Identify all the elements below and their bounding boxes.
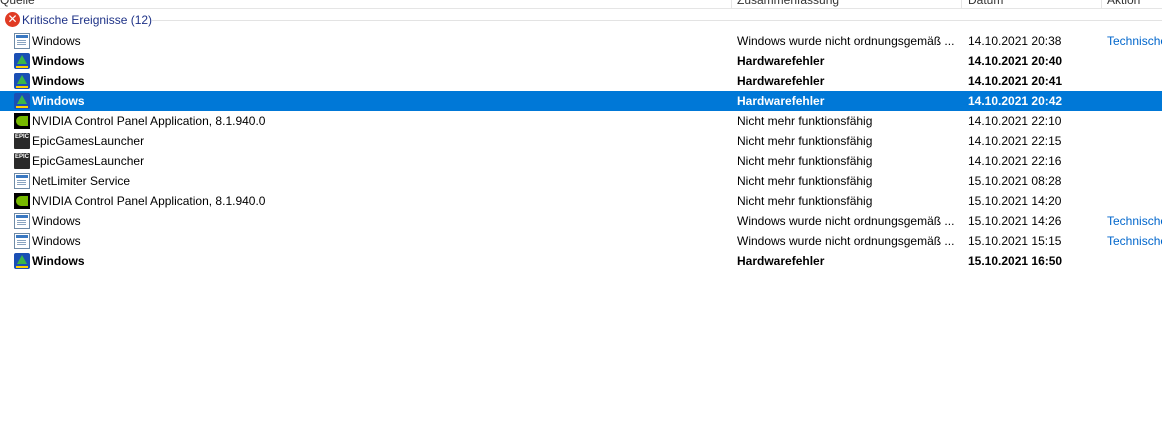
date-cell: 14.10.2021 20:38: [968, 34, 1062, 48]
nvidia-icon: [14, 193, 30, 209]
date-cell: 14.10.2021 22:10: [968, 114, 1062, 128]
table-row[interactable]: NVIDIA Control Panel Application, 8.1.94…: [0, 191, 1162, 211]
action-link[interactable]: [1107, 91, 1162, 111]
group-divider: [152, 20, 1162, 21]
hardware-error-icon: [14, 93, 30, 109]
date-cell: 14.10.2021 20:41: [968, 74, 1063, 88]
column-header-action[interactable]: Aktion: [1107, 0, 1140, 8]
date-cell: 15.10.2021 15:15: [968, 234, 1062, 248]
action-link[interactable]: [1107, 171, 1162, 191]
nvidia-icon: [14, 113, 30, 129]
date-cell: 14.10.2021 20:42: [968, 94, 1063, 108]
source-cell: Windows: [32, 54, 85, 68]
column-header: Quelle Zusammenfassung Datum Aktion: [0, 0, 1162, 9]
table-row[interactable]: Windows Hardwarefehler 15.10.2021 16:50: [0, 251, 1162, 271]
windows-app-icon: [14, 33, 30, 49]
action-link[interactable]: Technische...: [1107, 31, 1162, 51]
column-divider[interactable]: [731, 0, 732, 8]
hardware-error-icon: [14, 73, 30, 89]
source-cell: Windows: [32, 34, 81, 48]
column-divider[interactable]: [1101, 0, 1102, 8]
table-row[interactable]: Windows Windows wurde nicht ordnungsgemä…: [0, 231, 1162, 251]
date-cell: 14.10.2021 22:16: [968, 154, 1062, 168]
action-link[interactable]: [1107, 151, 1162, 171]
epic-games-icon: EPIC: [14, 153, 30, 169]
windows-app-icon: [14, 213, 30, 229]
action-link[interactable]: [1107, 131, 1162, 151]
summary-cell: Nicht mehr funktionsfähig: [737, 194, 873, 208]
source-cell: NVIDIA Control Panel Application, 8.1.94…: [32, 114, 266, 128]
action-link[interactable]: [1107, 251, 1162, 271]
summary-cell: Nicht mehr funktionsfähig: [737, 154, 873, 168]
summary-cell: Nicht mehr funktionsfähig: [737, 134, 873, 148]
epic-games-icon: EPIC: [14, 133, 30, 149]
action-link[interactable]: [1107, 71, 1162, 91]
table-row[interactable]: NVIDIA Control Panel Application, 8.1.94…: [0, 111, 1162, 131]
summary-cell: Hardwarefehler: [737, 254, 825, 268]
column-header-source[interactable]: Quelle: [0, 0, 35, 8]
action-link[interactable]: [1107, 51, 1162, 71]
error-circle-icon: ✕: [5, 12, 20, 27]
table-row[interactable]: EPIC EpicGamesLauncher Nicht mehr funkti…: [0, 151, 1162, 171]
column-divider[interactable]: [961, 0, 962, 8]
action-link[interactable]: Technische...: [1107, 231, 1162, 251]
date-cell: 15.10.2021 14:26: [968, 214, 1062, 228]
source-cell: Windows: [32, 94, 85, 108]
summary-cell: Nicht mehr funktionsfähig: [737, 174, 873, 188]
hardware-error-icon: [14, 53, 30, 69]
source-cell: Windows: [32, 234, 81, 248]
summary-cell: Hardwarefehler: [737, 54, 825, 68]
summary-cell: Windows wurde nicht ordnungsgemäß ...: [737, 234, 955, 248]
source-cell: EpicGamesLauncher: [32, 134, 145, 148]
column-header-date[interactable]: Datum: [968, 0, 1003, 8]
source-cell: Windows: [32, 214, 81, 228]
source-cell: NVIDIA Control Panel Application, 8.1.94…: [32, 194, 266, 208]
source-cell: Windows: [32, 254, 85, 268]
windows-app-icon: [14, 233, 30, 249]
summary-cell: Windows wurde nicht ordnungsgemäß ...: [737, 34, 955, 48]
column-header-summary[interactable]: Zusammenfassung: [737, 0, 839, 8]
summary-cell: Hardwarefehler: [737, 94, 825, 108]
source-cell: Windows: [32, 74, 85, 88]
date-cell: 14.10.2021 20:40: [968, 54, 1063, 68]
summary-cell: Hardwarefehler: [737, 74, 825, 88]
action-link[interactable]: Technische...: [1107, 211, 1162, 231]
netlimiter-icon: [14, 173, 30, 189]
table-row[interactable]: NetLimiter Service Nicht mehr funktionsf…: [0, 171, 1162, 191]
source-cell: NetLimiter Service: [32, 174, 131, 188]
hardware-error-icon: [14, 253, 30, 269]
source-cell: EpicGamesLauncher: [32, 154, 145, 168]
table-row[interactable]: Windows Hardwarefehler 14.10.2021 20:40: [0, 51, 1162, 71]
date-cell: 14.10.2021 22:15: [968, 134, 1062, 148]
summary-cell: Nicht mehr funktionsfähig: [737, 114, 873, 128]
date-cell: 15.10.2021 14:20: [968, 194, 1062, 208]
date-cell: 15.10.2021 08:28: [968, 174, 1062, 188]
table-row-selected[interactable]: Windows Hardwarefehler 14.10.2021 20:42: [0, 91, 1162, 111]
table-row[interactable]: Windows Windows wurde nicht ordnungsgemä…: [0, 211, 1162, 231]
action-link[interactable]: [1107, 191, 1162, 211]
table-row[interactable]: EPIC EpicGamesLauncher Nicht mehr funkti…: [0, 131, 1162, 151]
date-cell: 15.10.2021 16:50: [968, 254, 1063, 268]
group-header-critical-events[interactable]: ✕ Kritische Ereignisse (12): [0, 10, 1162, 30]
table-row[interactable]: Windows Windows wurde nicht ordnungsgemä…: [0, 31, 1162, 51]
group-label: Kritische Ereignisse (12): [22, 13, 153, 27]
summary-cell: Windows wurde nicht ordnungsgemäß ...: [737, 214, 955, 228]
action-link[interactable]: [1107, 111, 1162, 131]
table-row[interactable]: Windows Hardwarefehler 14.10.2021 20:41: [0, 71, 1162, 91]
